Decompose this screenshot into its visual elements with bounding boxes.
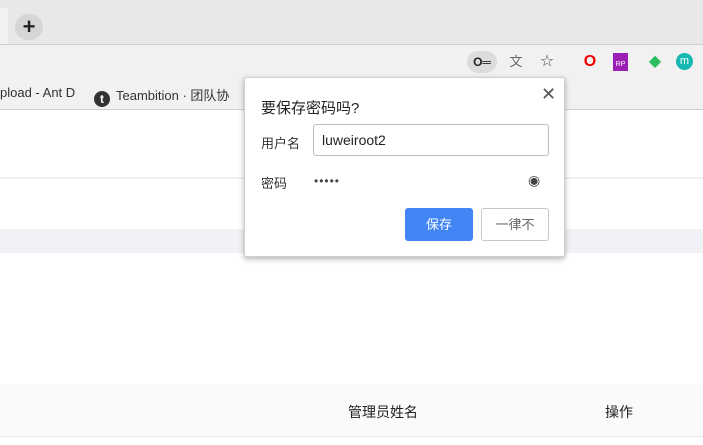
evernote-icon[interactable]: ◆	[644, 51, 666, 73]
username-input[interactable]: luweiroot2	[313, 124, 549, 156]
password-label: 密码	[261, 176, 288, 191]
bookmark-label: pload - Ant D	[0, 85, 76, 100]
column-header-admin-name: 管理员姓名	[348, 404, 418, 420]
never-button[interactable]: 一律不	[481, 208, 549, 241]
star-icon[interactable]: ☆	[536, 51, 558, 73]
new-tab-button[interactable]: +	[15, 14, 43, 40]
save-button[interactable]: 保存	[405, 208, 473, 241]
close-icon[interactable]: ✕	[541, 84, 556, 105]
bookmark-teambition[interactable]: t Teambition · 团队协	[94, 85, 229, 107]
column-header-actions: 操作	[605, 404, 633, 420]
rp-icon[interactable]: RP	[613, 53, 628, 71]
eye-icon[interactable]: ◉	[528, 172, 540, 189]
save-password-dialog: 要保存密码吗? ✕ 用户名 luweiroot2 密码 ••••• ◉ 保存 一…	[244, 77, 565, 257]
password-value: •••••	[314, 174, 341, 188]
translate-icon[interactable]: 文	[505, 51, 527, 73]
opera-icon[interactable]: O	[579, 51, 601, 73]
username-label: 用户名	[261, 136, 301, 151]
active-tab-edge[interactable]	[0, 8, 8, 48]
table-header: 管理员姓名 操作	[0, 384, 703, 437]
browser-toolbar: O═ 文 ☆ O RP ◆ m	[0, 44, 703, 76]
bookmark-ant-design[interactable]: pload - Ant D	[0, 85, 75, 100]
tab-strip: +	[0, 0, 703, 48]
teambition-icon: t	[94, 91, 110, 107]
m-extension-icon[interactable]: m	[676, 53, 693, 70]
key-icon[interactable]: O═	[467, 51, 497, 73]
bookmark-label: Teambition · 团队协	[116, 88, 230, 103]
dialog-title: 要保存密码吗?	[261, 100, 360, 117]
